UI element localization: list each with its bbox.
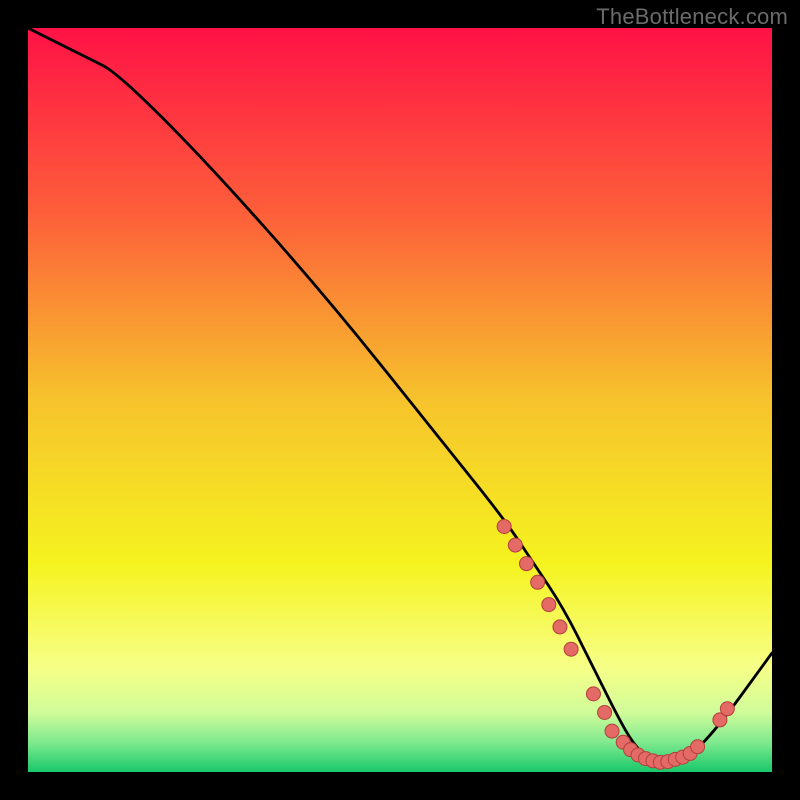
curve-marker: [605, 724, 619, 738]
watermark-label: TheBottleneck.com: [596, 4, 788, 30]
chart-svg: [28, 28, 772, 772]
curve-marker: [553, 620, 567, 634]
curve-marker: [564, 642, 578, 656]
curve-marker: [508, 538, 522, 552]
curve-marker: [720, 702, 734, 716]
curve-marker: [691, 740, 705, 754]
plot-area: [28, 28, 772, 772]
chart-frame: TheBottleneck.com: [0, 0, 800, 800]
curve-marker: [497, 519, 511, 533]
curve-marker: [519, 557, 533, 571]
curve-marker: [531, 575, 545, 589]
curve-marker: [586, 687, 600, 701]
curve-marker: [542, 598, 556, 612]
gradient-background: [28, 28, 772, 772]
curve-marker: [598, 705, 612, 719]
